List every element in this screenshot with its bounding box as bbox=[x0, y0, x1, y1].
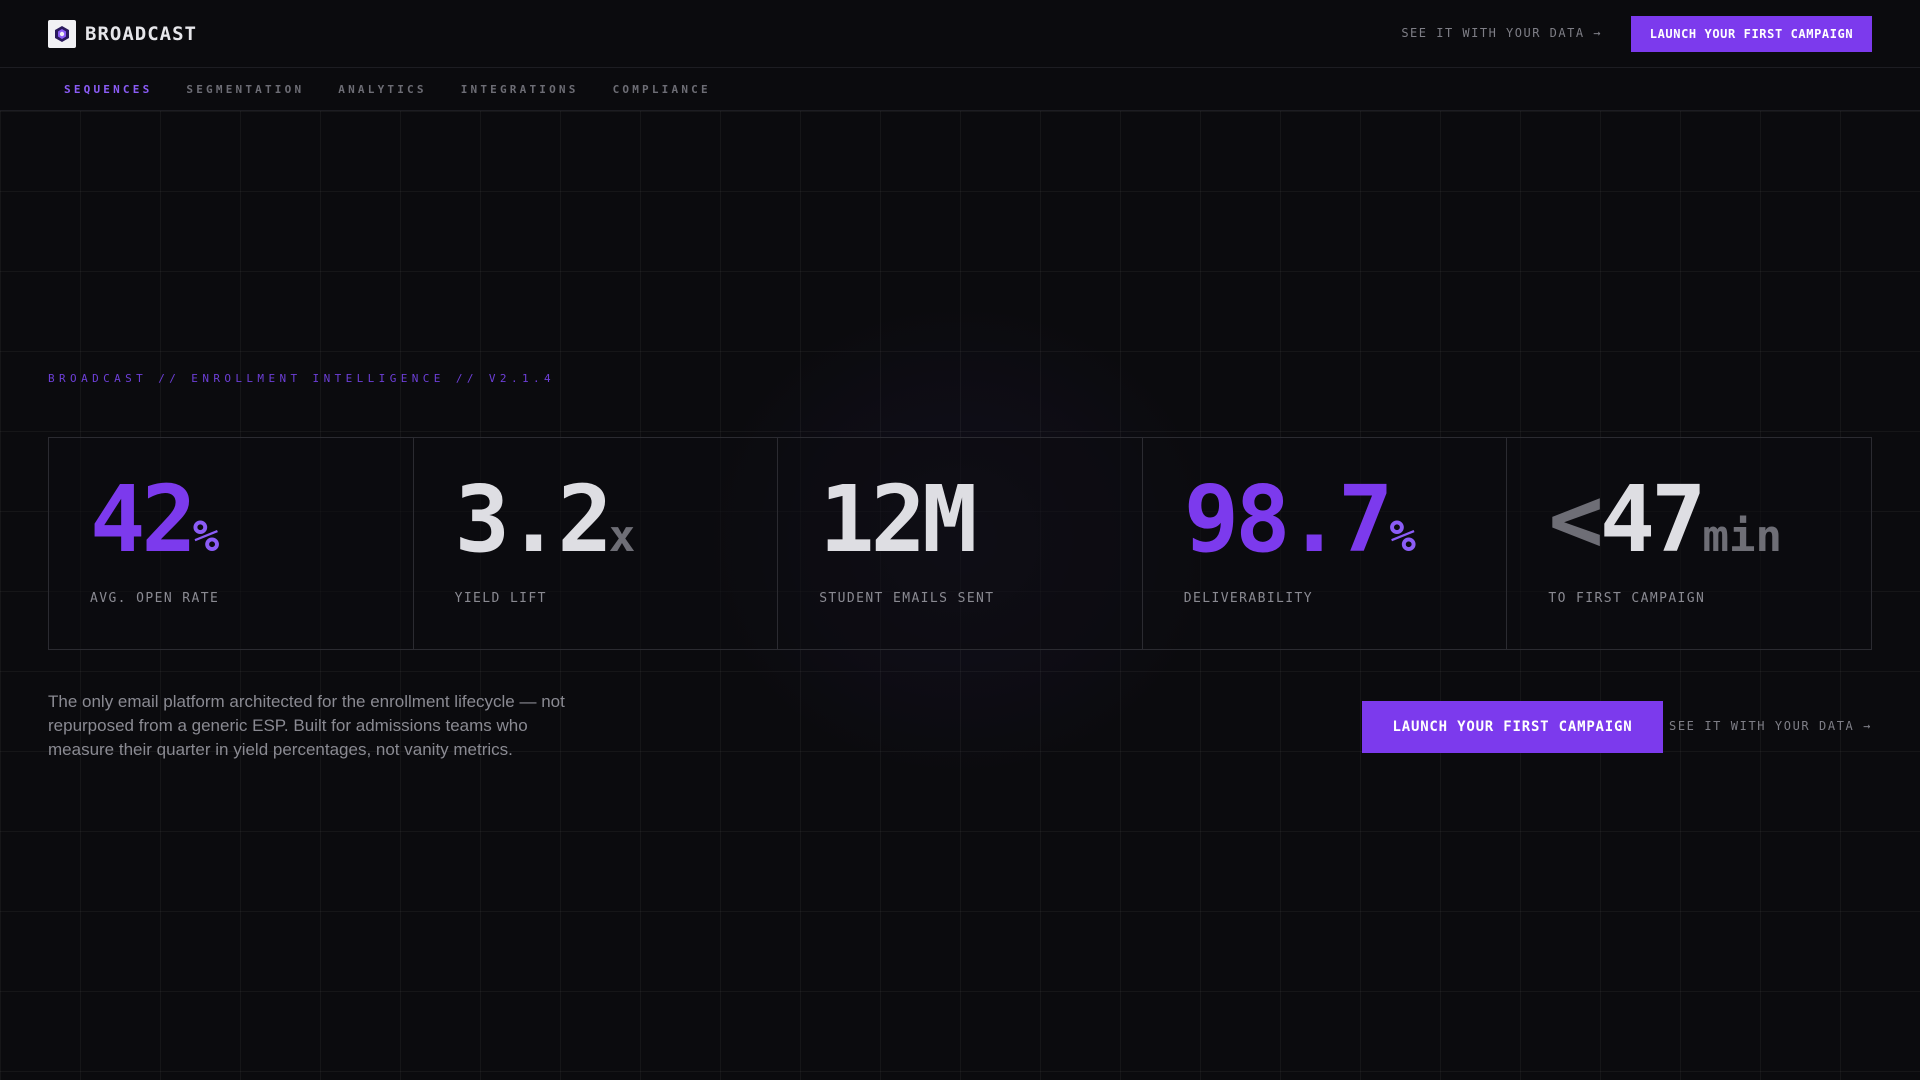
brand[interactable]: BROADCAST bbox=[48, 20, 197, 48]
stat-open-rate: 42 % AVG. OPEN RATE bbox=[49, 438, 414, 649]
stat-value: 98.7 % bbox=[1184, 474, 1416, 566]
nav-item-compliance[interactable]: COMPLIANCE bbox=[613, 83, 711, 96]
header-see-data-link[interactable]: SEE IT WITH YOUR DATA → bbox=[1401, 26, 1602, 40]
stat-deliverability: 98.7 % DELIVERABILITY bbox=[1143, 438, 1508, 649]
stat-number: 98.7 bbox=[1183, 466, 1394, 573]
stat-unit: % bbox=[1389, 511, 1416, 562]
stat-unit: min bbox=[1702, 511, 1783, 562]
header-launch-campaign-button[interactable]: LAUNCH YOUR FIRST CAMPAIGN bbox=[1631, 16, 1872, 52]
stat-emails-sent: 12M STUDENT EMAILS SENT bbox=[778, 438, 1143, 649]
stat-label: STUDENT EMAILS SENT bbox=[819, 591, 995, 606]
stat-number: 12M bbox=[819, 466, 977, 573]
main-nav: SEQUENCES SEGMENTATION ANALYTICS INTEGRA… bbox=[0, 68, 1920, 111]
nav-item-sequences[interactable]: SEQUENCES bbox=[64, 83, 152, 96]
page: BROADCAST SEE IT WITH YOUR DATA → LAUNCH… bbox=[0, 0, 1920, 1080]
nav-item-segmentation[interactable]: SEGMENTATION bbox=[186, 83, 304, 96]
brand-name: BROADCAST bbox=[85, 23, 197, 45]
stat-value: 42 % bbox=[90, 474, 219, 566]
stat-label: YIELD LIFT bbox=[454, 591, 547, 606]
stat-yield-lift: 3.2 x YIELD LIFT bbox=[414, 438, 779, 649]
stat-unit: x bbox=[608, 511, 636, 562]
stat-prefix: < bbox=[1548, 466, 1603, 573]
stat-value: 3.2 x bbox=[455, 474, 636, 566]
broadcast-logo-icon bbox=[48, 20, 76, 48]
top-header: BROADCAST SEE IT WITH YOUR DATA → LAUNCH… bbox=[0, 0, 1920, 68]
stat-label: AVG. OPEN RATE bbox=[90, 591, 220, 606]
stat-number: 3.2 bbox=[454, 466, 613, 573]
stat-unit: % bbox=[192, 511, 220, 562]
hero-launch-campaign-button[interactable]: LAUNCH YOUR FIRST CAMPAIGN bbox=[1362, 701, 1663, 753]
stat-value: < 47 min bbox=[1548, 474, 1782, 566]
nav-item-analytics[interactable]: ANALYTICS bbox=[338, 83, 426, 96]
hero-eyebrow: BROADCAST // ENROLLMENT INTELLIGENCE // … bbox=[48, 372, 556, 385]
stat-label: DELIVERABILITY bbox=[1183, 591, 1313, 606]
hero-description: The only email platform architected for … bbox=[48, 692, 565, 759]
stat-number: 47 bbox=[1599, 466, 1707, 573]
hero-see-data-link[interactable]: SEE IT WITH YOUR DATA → bbox=[1669, 719, 1872, 733]
stat-time-to-campaign: < 47 min TO FIRST CAMPAIGN bbox=[1507, 438, 1871, 649]
stat-label: TO FIRST CAMPAIGN bbox=[1548, 591, 1706, 606]
nav-item-integrations[interactable]: INTEGRATIONS bbox=[461, 83, 579, 96]
stats-panel: 42 % AVG. OPEN RATE 3.2 x YIELD LIFT 12M… bbox=[48, 437, 1872, 650]
stat-value: 12M bbox=[819, 466, 977, 573]
stat-number: 42 bbox=[90, 466, 197, 573]
